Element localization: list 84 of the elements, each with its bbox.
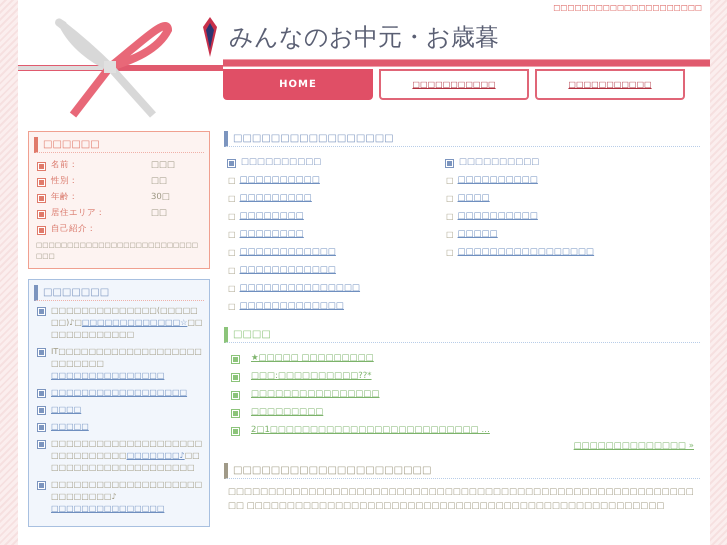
comment-link[interactable]: □□□□□□□□□□□□□□□: [51, 371, 164, 380]
nav-tab[interactable]: □□□□□□□□□□□: [535, 69, 685, 100]
bullet-icon: [232, 392, 239, 399]
bullet-glyph: □: [228, 302, 236, 310]
site-title: みんなのお中元・お歳暮: [229, 22, 499, 53]
bullet-glyph: □: [446, 194, 454, 202]
bullet-icon: [232, 428, 239, 435]
comment-text: □□□□□□□□□□□□□□(□□□□□□□)♪□□□□□□□□□□□□□□☆□□□□□□□□□□□□□: [51, 305, 204, 341]
comment-link[interactable]: □□□□□□□♪: [126, 451, 185, 460]
bullet-icon: [232, 374, 239, 381]
post-link[interactable]: 2□1□□□□□□□□□□□□□□□□□□□□□□□□□□ …: [251, 425, 490, 435]
bullet-icon: [38, 195, 45, 202]
category-link[interactable]: □□□□□□□□: [240, 211, 304, 221]
bullet-glyph: □: [228, 176, 236, 184]
category-link[interactable]: □□□□□□□□□□□□□: [240, 301, 344, 311]
bullet-glyph: □: [228, 266, 236, 274]
category-link[interactable]: □□□□: [458, 193, 490, 203]
more-link[interactable]: □□□□□□□□□□□□□□ »: [574, 441, 694, 451]
comment-link[interactable]: □□□□: [51, 404, 82, 416]
bullet-glyph: □: [228, 230, 236, 238]
bullet-glyph: □: [446, 212, 454, 220]
field-value: □□: [151, 208, 168, 218]
field-label: 性別：: [51, 175, 79, 187]
bullet-icon: [38, 407, 45, 414]
category-link[interactable]: □□□□□□□□□□□□: [240, 247, 336, 257]
bullet-icon: [38, 211, 45, 218]
comment-link[interactable]: □□□□□□□□□□□□□□□□□□: [51, 387, 188, 399]
bullet-icon: [232, 356, 239, 363]
field-value: □□: [151, 176, 168, 186]
post-link[interactable]: □□□:□□□□□□□□□□??*: [251, 371, 372, 381]
category-link[interactable]: □□□□□□□□□□: [458, 211, 538, 221]
category-link[interactable]: □□□□□: [458, 229, 498, 239]
bullet-icon: [38, 163, 45, 170]
bullet-icon: [38, 179, 45, 186]
category-link[interactable]: □□□□□□□□□□□□: [240, 265, 336, 275]
bullet-icon: [38, 227, 45, 234]
field-value: □□□: [151, 160, 176, 170]
field-label: 居住エリア：: [51, 207, 106, 219]
field-label: 名前：: [51, 159, 79, 171]
section-title: □□□□□□□□□□□□□□□□□: [224, 131, 700, 147]
bullet-icon: [38, 349, 45, 356]
bullet-icon: [38, 390, 45, 397]
bullet-icon: [38, 308, 45, 315]
field-value: 30□: [151, 192, 170, 202]
nav-tab[interactable]: HOME: [223, 69, 373, 100]
bullet-glyph: □: [228, 284, 236, 292]
bullet-icon: [232, 410, 239, 417]
category-link[interactable]: □□□□□□□□□□□□□□□□□: [458, 247, 594, 257]
category-link[interactable]: □□□□□□□□□□: [240, 175, 320, 185]
category-heading: □□□□□□□□□□: [241, 157, 322, 167]
bullet-glyph: □: [228, 248, 236, 256]
section-title: □□□□: [224, 327, 700, 343]
bullet-icon: [38, 441, 45, 448]
comment-link[interactable]: □□□□□: [51, 421, 89, 433]
comment-text: □□□□□□□□□□□□□□□□□□□□□□□□□□□□♪ □□□□□□□□□□□□□□□: [51, 479, 204, 515]
bullet-glyph: □: [446, 176, 454, 184]
field-label: 年齢：: [51, 191, 79, 203]
bullet-icon: [38, 424, 45, 431]
bullet-glyph: □: [446, 230, 454, 238]
category-link[interactable]: □□□□□□□□: [240, 229, 304, 239]
category-link[interactable]: □□□□□□□□□□: [458, 175, 538, 185]
about-text: □□□□□□□□□□□□□□□□□□□□□□□□□□□□□□□□□□□□□□□□□□□□□□□□□□□□□□□□□□□□ □□□□□□□□□□□□□□□□□□□□□□□□□□□□□□□□□□□□□□□□□□□□□□□□□□□□: [228, 486, 695, 513]
bullet-icon: [446, 160, 453, 167]
bullet-glyph: □: [228, 194, 236, 202]
comment-text: □□□□□□□□□□□□□□□□□□□□□□□□□□□□□□□□□□□□□♪□□□□□□□□□□□□□□□□□□□□□: [51, 438, 204, 474]
bullet-glyph: □: [228, 212, 236, 220]
bullet-icon: [38, 482, 45, 489]
noshi-emblem-icon: [203, 17, 217, 57]
section-title: □□□□□□□□□□□□□□□□□□□□□: [224, 463, 700, 479]
post-link[interactable]: □□□□□□□□□: [251, 407, 324, 417]
comment-link[interactable]: □□□□□□□□□□□□□□□: [51, 504, 164, 513]
card-title: □□□□□□: [34, 137, 204, 153]
card-title: □□□□□□□: [34, 285, 204, 301]
post-link[interactable]: ★□□□□□ □□□□□□□□□: [251, 353, 374, 363]
nav-tab[interactable]: □□□□□□□□□□□: [379, 69, 529, 100]
category-link[interactable]: □□□□□□□□□□□□□□□: [240, 283, 360, 293]
bullet-icon: [228, 160, 235, 167]
category-link[interactable]: □□□□□□□□□: [240, 193, 312, 203]
category-heading: □□□□□□□□□□: [459, 157, 540, 167]
post-link[interactable]: □□□□□□□□□□□□□□□□: [251, 389, 380, 399]
comment-link[interactable]: □□□□□□□□□□□□□☆: [82, 318, 188, 327]
comment-text: IT□□□□□□□□□□□□□□□□□□□□□□□□□□ □□□□□□□□□□□□□□□: [51, 346, 203, 382]
field-label: 自己紹介：: [51, 223, 97, 235]
bullet-glyph: □: [446, 248, 454, 256]
